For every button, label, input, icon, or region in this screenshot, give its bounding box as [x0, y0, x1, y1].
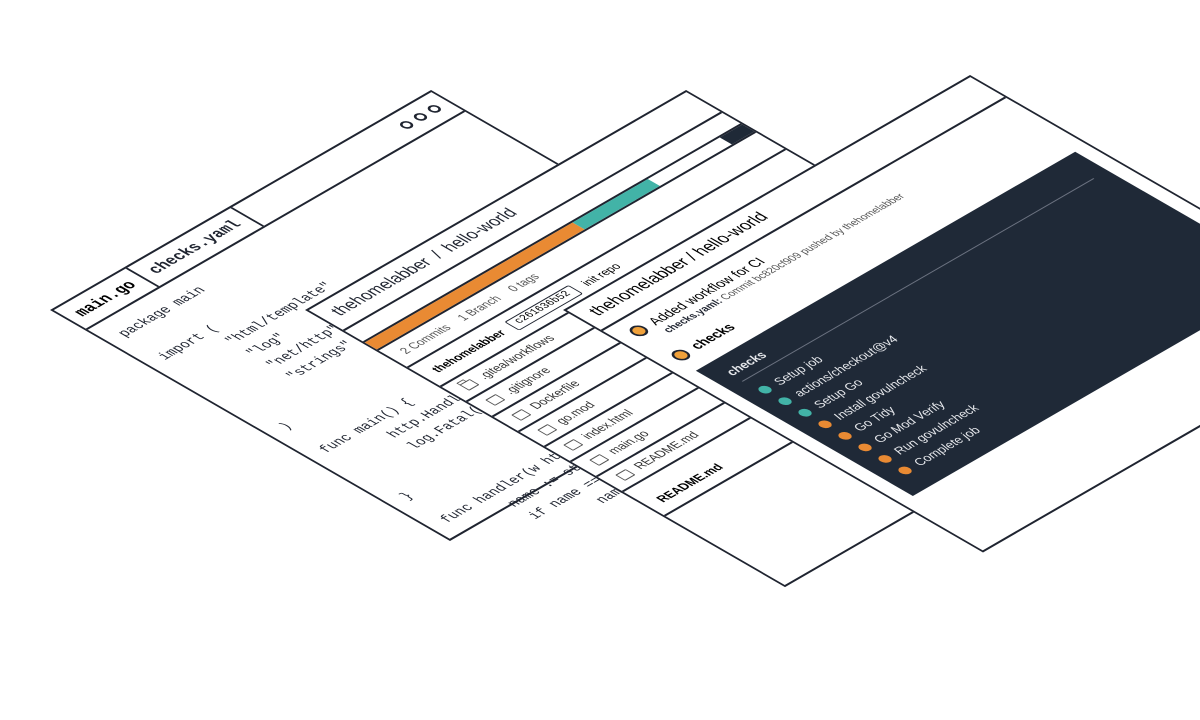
status-dot-pending-icon	[856, 442, 875, 453]
window-control-dot	[411, 112, 430, 123]
file-icon	[537, 424, 557, 436]
status-dot-pending-icon	[836, 430, 855, 441]
status-dot-success-icon	[756, 384, 775, 395]
file-icon	[615, 469, 635, 481]
isometric-stage: main.go checks.yaml package main import …	[0, 0, 1200, 720]
window-control-dot	[425, 104, 444, 115]
window-control-dot	[397, 120, 416, 131]
status-dot-pending-icon	[896, 465, 915, 476]
file-icon	[511, 409, 531, 421]
ci-job-label: checks	[686, 321, 739, 352]
folder-icon	[459, 379, 479, 391]
status-dot-pending-icon	[816, 419, 835, 430]
file-icon	[485, 394, 505, 406]
tags-count[interactable]: 0 tags	[505, 272, 543, 294]
file-icon	[589, 454, 609, 466]
status-dot-success-icon	[776, 396, 795, 407]
file-icon	[563, 439, 583, 451]
status-dot-success-icon	[796, 407, 815, 418]
status-bullet-running-icon	[667, 347, 693, 362]
status-dot-pending-icon	[876, 454, 895, 465]
